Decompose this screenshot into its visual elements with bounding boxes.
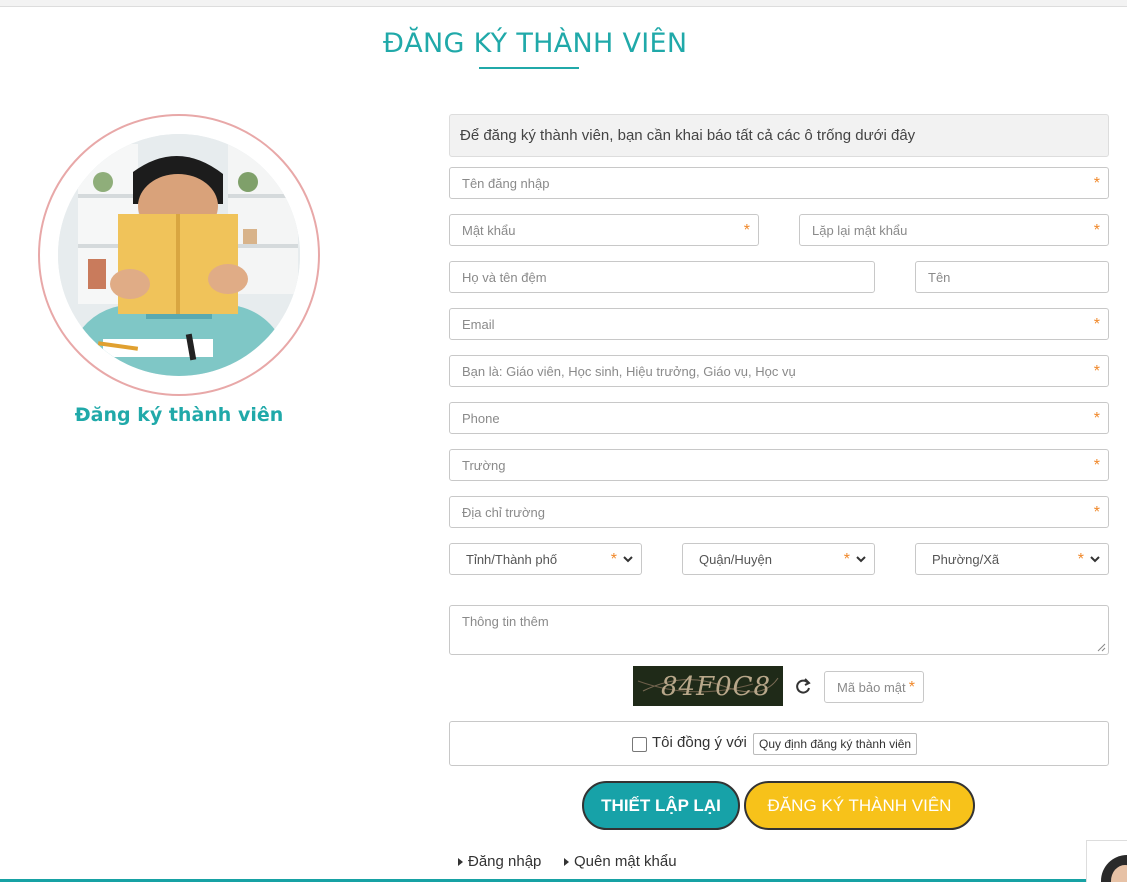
- captcha-text: 84F0C8: [661, 672, 772, 702]
- required-mark: *: [610, 551, 617, 568]
- required-mark: *: [1077, 551, 1084, 568]
- last-name-field[interactable]: [449, 261, 875, 293]
- rules-link[interactable]: Quy định đăng ký thành viên: [753, 733, 918, 755]
- refresh-icon[interactable]: [794, 677, 812, 695]
- username-input[interactable]: [450, 168, 1108, 198]
- first-name-input[interactable]: [916, 262, 1108, 292]
- required-mark: *: [743, 222, 750, 239]
- page-title: ĐĂNG KÝ THÀNH VIÊN: [383, 28, 688, 59]
- captcha-field[interactable]: *: [824, 671, 924, 703]
- phone-input[interactable]: [450, 403, 1108, 433]
- avatar: [58, 134, 300, 376]
- reset-button[interactable]: THIẾT LẬP LẠI: [582, 781, 740, 830]
- required-mark: *: [843, 551, 850, 568]
- login-link-label: Đăng nhập: [468, 853, 542, 870]
- required-mark: *: [1093, 222, 1100, 239]
- chat-avatar-icon: [1101, 855, 1127, 882]
- district-select[interactable]: Quận/Huyện *: [682, 543, 875, 575]
- register-button[interactable]: ĐĂNG KÝ THÀNH VIÊN: [744, 781, 975, 830]
- school-address-input[interactable]: [450, 497, 1108, 527]
- province-select-value: Tỉnh/Thành phố: [466, 552, 558, 567]
- caret-right-icon: [458, 858, 463, 867]
- forgot-password-link-label: Quên mật khẩu: [574, 853, 677, 870]
- title-underline: [479, 67, 579, 69]
- password-confirm-input[interactable]: [800, 215, 1108, 245]
- ward-select-value: Phường/Xã: [932, 552, 1000, 567]
- province-select[interactable]: Tỉnh/Thành phố *: [449, 543, 642, 575]
- username-field[interactable]: *: [449, 167, 1109, 199]
- chat-widget[interactable]: [1086, 840, 1127, 882]
- captcha-image: 84F0C8: [633, 666, 783, 706]
- extra-info-textarea[interactable]: [450, 606, 1108, 654]
- login-link[interactable]: Đăng nhập: [458, 853, 541, 870]
- school-input[interactable]: [450, 450, 1108, 480]
- required-mark: *: [1093, 316, 1100, 333]
- role-field[interactable]: *: [449, 355, 1109, 387]
- last-name-input[interactable]: [450, 262, 874, 292]
- agree-checkbox[interactable]: [632, 737, 647, 752]
- chevron-down-icon: [1090, 556, 1100, 563]
- avatar-caption: Đăng ký thành viên: [74, 404, 284, 426]
- password-confirm-field[interactable]: *: [799, 214, 1109, 246]
- required-mark: *: [1093, 504, 1100, 521]
- password-input[interactable]: [450, 215, 758, 245]
- ward-select[interactable]: Phường/Xã *: [915, 543, 1109, 575]
- chevron-down-icon: [623, 556, 633, 563]
- role-input[interactable]: [450, 356, 1108, 386]
- email-field[interactable]: *: [449, 308, 1109, 340]
- required-mark: *: [1093, 410, 1100, 427]
- required-mark: *: [908, 679, 915, 696]
- required-mark: *: [1093, 363, 1100, 380]
- phone-field[interactable]: *: [449, 402, 1109, 434]
- forgot-password-link[interactable]: Quên mật khẩu: [564, 853, 677, 870]
- form-notice: Để đăng ký thành viên, bạn cần khai báo …: [449, 114, 1109, 157]
- required-mark: *: [1093, 175, 1100, 192]
- password-field[interactable]: *: [449, 214, 759, 246]
- chevron-down-icon: [856, 556, 866, 563]
- child-reading-illustration: [58, 134, 300, 376]
- district-select-value: Quận/Huyện: [699, 552, 772, 567]
- school-field[interactable]: *: [449, 449, 1109, 481]
- first-name-field[interactable]: [915, 261, 1109, 293]
- resize-handle-icon[interactable]: [1096, 642, 1106, 652]
- extra-info-field[interactable]: [449, 605, 1109, 655]
- top-border: [0, 0, 1127, 7]
- school-address-field[interactable]: *: [449, 496, 1109, 528]
- caret-right-icon: [564, 858, 569, 867]
- required-mark: *: [1093, 457, 1100, 474]
- agree-label: Tôi đồng ý với: [652, 734, 747, 751]
- email-input[interactable]: [450, 309, 1108, 339]
